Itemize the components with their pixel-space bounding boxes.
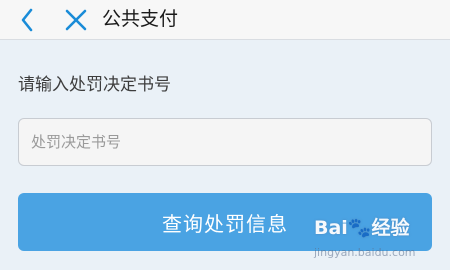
header-bar: 公共支付 (0, 0, 450, 40)
decision-number-input[interactable] (18, 118, 432, 166)
page-title: 公共支付 (102, 8, 179, 30)
watermark-brand: Bai🐾经验 (314, 217, 410, 239)
chevron-left-icon[interactable] (12, 0, 44, 40)
close-icon[interactable] (60, 0, 92, 40)
watermark-url: jingyan.baidu.com (314, 246, 416, 259)
decision-number-label: 请输入处罚决定书号 (18, 75, 171, 95)
baidu-jingyan-watermark: Bai🐾经验 jingyan.baidu.com (312, 216, 442, 266)
